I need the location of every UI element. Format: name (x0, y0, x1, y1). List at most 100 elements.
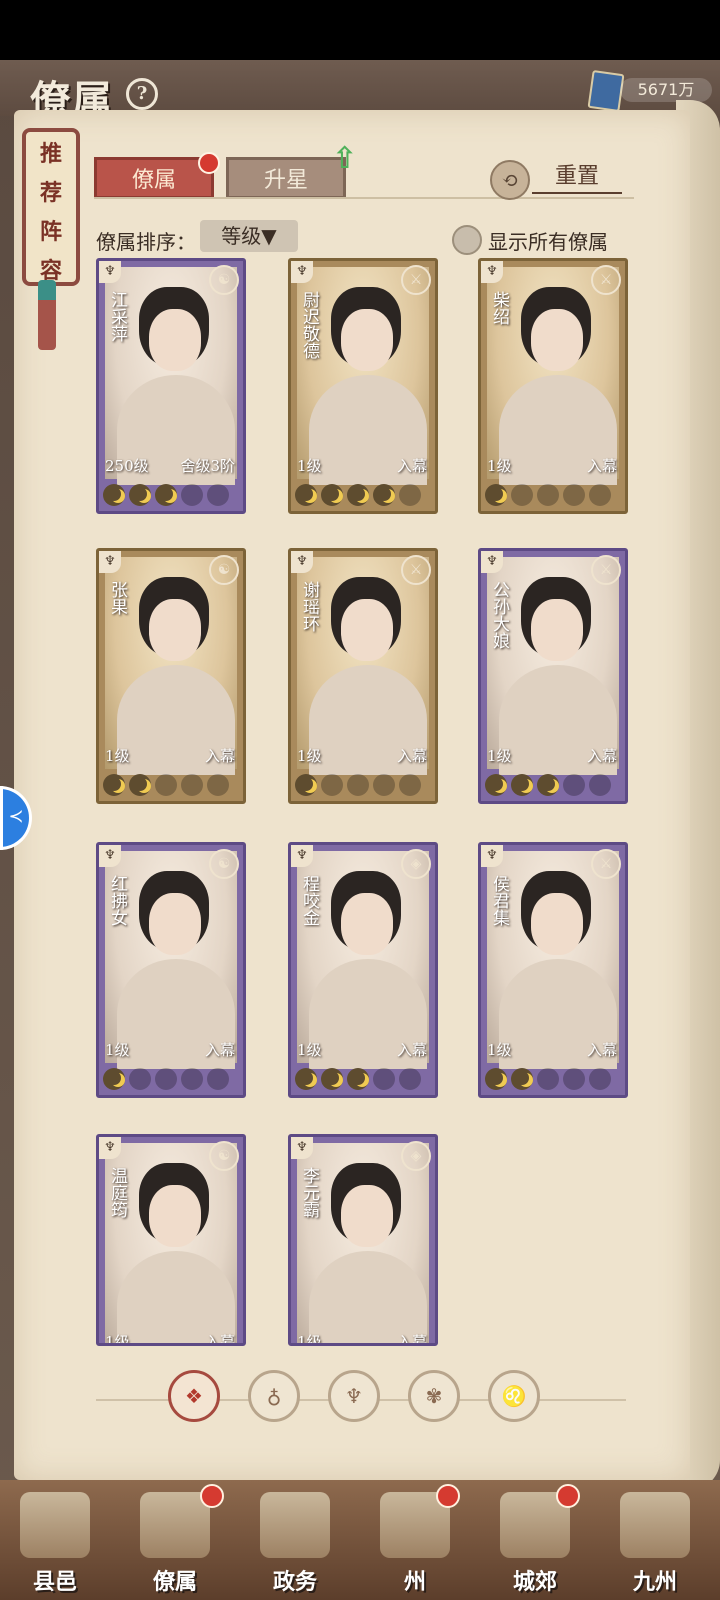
portrait-face (531, 599, 583, 661)
star-rating (485, 1068, 621, 1090)
nav-suburbs[interactable]: 城郊 (480, 1480, 590, 1600)
notification-badge (436, 1484, 460, 1508)
character-status: 入幕 (204, 1333, 235, 1346)
moon-star-icon-filled (373, 484, 395, 506)
character-level: 1级 (487, 747, 512, 765)
character-status: 入幕 (586, 747, 617, 765)
character-card[interactable]: ♆ ⚔ 谢瑶环 1级 入幕 (288, 548, 438, 804)
recommended-lineup-banner[interactable]: 推 荐 阵 容 (22, 128, 80, 286)
character-status: 入幕 (396, 457, 427, 475)
help-icon[interactable]: ? (126, 78, 158, 110)
filter-bell-icon[interactable]: ♁ (248, 1370, 300, 1422)
filter-gourd-icon[interactable]: ♆ (328, 1370, 380, 1422)
portrait-face (341, 1185, 393, 1247)
moon-star-icon-empty (537, 1068, 559, 1090)
character-name: 侯君集 (489, 875, 509, 926)
moon-star-icon-filled (485, 774, 507, 796)
star-rating (103, 1068, 239, 1090)
character-card[interactable]: ♆ ☯ 江采萍 250级 舍级3阶 (96, 258, 246, 514)
portrait-face (149, 309, 201, 371)
attribute-icon: ☯ (209, 1141, 239, 1171)
moon-star-icon-filled (129, 774, 151, 796)
affairs-icon (260, 1492, 330, 1558)
moon-star-icon-empty (563, 1068, 585, 1090)
character-level: 1级 (487, 457, 512, 475)
character-card[interactable]: ♆ ◈ 李元霸 1级 入幕 (288, 1134, 438, 1346)
nav-label: 城郊 (512, 1569, 557, 1595)
class-icon: ♆ (291, 551, 313, 573)
tab-subordinates[interactable]: 僚属 (94, 157, 214, 199)
up-arrow-icon: ⇧ (332, 141, 358, 176)
banner-char: 荐 (39, 180, 62, 206)
county-icon (20, 1492, 90, 1558)
moon-star-icon-empty (589, 774, 611, 796)
filter-diamond-icon[interactable]: ❖ (168, 1370, 220, 1422)
reset-button[interactable]: 重置 (532, 162, 622, 194)
filter-lion-icon[interactable]: ♌ (488, 1370, 540, 1422)
character-status: 入幕 (204, 1041, 235, 1059)
character-card[interactable]: ♆ ⚔ 柴绍 1级 入幕 (478, 258, 628, 514)
attribute-icon: ◈ (401, 1141, 431, 1171)
star-rating (295, 774, 431, 796)
character-name: 张果 (107, 581, 127, 615)
banner-char: 推 (39, 141, 62, 167)
character-card[interactable]: ♆ ⚔ 尉迟敬德 1级 入幕 (288, 258, 438, 514)
sort-label: 僚属排序： (96, 230, 196, 254)
character-card[interactable]: ♆ ☯ 红拂女 1级 入幕 (96, 842, 246, 1098)
moon-star-icon-empty (347, 774, 369, 796)
tab-star-up[interactable]: 升星 (226, 157, 346, 199)
moon-star-icon-empty (563, 484, 585, 506)
moon-star-icon-empty (181, 484, 203, 506)
character-level: 1级 (297, 747, 322, 765)
character-name: 公孙大娘 (489, 581, 509, 649)
moon-star-icon-empty (207, 1068, 229, 1090)
character-name: 李元霸 (299, 1167, 319, 1218)
moon-star-icon-empty (373, 774, 395, 796)
character-name: 程咬金 (299, 875, 319, 926)
character-card[interactable]: ♆ ⚔ 公孙大娘 1级 入幕 (478, 548, 628, 804)
character-level: 1级 (487, 1041, 512, 1059)
character-level: 1级 (105, 1041, 130, 1059)
moon-star-icon-empty (537, 484, 559, 506)
character-card[interactable]: ♆ ⚔ 侯君集 1级 入幕 (478, 842, 628, 1098)
character-status: 入幕 (586, 457, 617, 475)
nav-label: 政务 (272, 1569, 317, 1595)
moon-star-icon-empty (373, 1068, 395, 1090)
moon-star-icon-empty (589, 1068, 611, 1090)
character-name: 柴绍 (489, 291, 509, 325)
currency-amount: 5671万 (620, 78, 712, 102)
portrait-face (149, 599, 201, 661)
character-name: 谢瑶环 (299, 581, 319, 632)
portrait-face (149, 1185, 201, 1247)
nav-affairs[interactable]: 政务 (240, 1480, 350, 1600)
character-level: 1级 (297, 1041, 322, 1059)
moon-star-icon-filled (103, 774, 125, 796)
reset-icon[interactable]: ⟲ (490, 160, 530, 200)
nav-nine-provinces[interactable]: 九州 (600, 1480, 710, 1600)
moon-star-icon-filled (295, 774, 317, 796)
character-name: 温庭筠 (107, 1167, 127, 1218)
character-status: 入幕 (396, 1333, 427, 1346)
map-scroll-icon (620, 1492, 690, 1558)
character-level: 1级 (297, 1333, 322, 1346)
character-card[interactable]: ♆ ☯ 张果 1级 入幕 (96, 548, 246, 804)
nav-subordinates[interactable]: 僚属 (120, 1480, 230, 1600)
class-icon: ♆ (481, 845, 503, 867)
character-card[interactable]: ♆ ☯ 温庭筠 1级 入幕 (96, 1134, 246, 1346)
moon-star-icon-filled (103, 484, 125, 506)
filter-fan-icon[interactable]: ✾ (408, 1370, 460, 1422)
moon-star-icon-empty (207, 484, 229, 506)
sort-dropdown[interactable]: 等级▼ (200, 220, 298, 252)
nav-prefecture[interactable]: 州 (360, 1480, 470, 1600)
attribute-icon: ☯ (209, 849, 239, 879)
character-status: 入幕 (586, 1041, 617, 1059)
moon-star-icon-filled (321, 1068, 343, 1090)
star-rating (295, 1068, 431, 1090)
character-card[interactable]: ♆ ◈ 程咬金 1级 入幕 (288, 842, 438, 1098)
moon-star-icon-empty (399, 1068, 421, 1090)
portrait-face (531, 309, 583, 371)
class-icon: ♆ (99, 261, 121, 283)
nav-county[interactable]: 县邑 (0, 1480, 110, 1600)
show-all-toggle[interactable] (452, 225, 482, 255)
character-status: 入幕 (396, 1041, 427, 1059)
